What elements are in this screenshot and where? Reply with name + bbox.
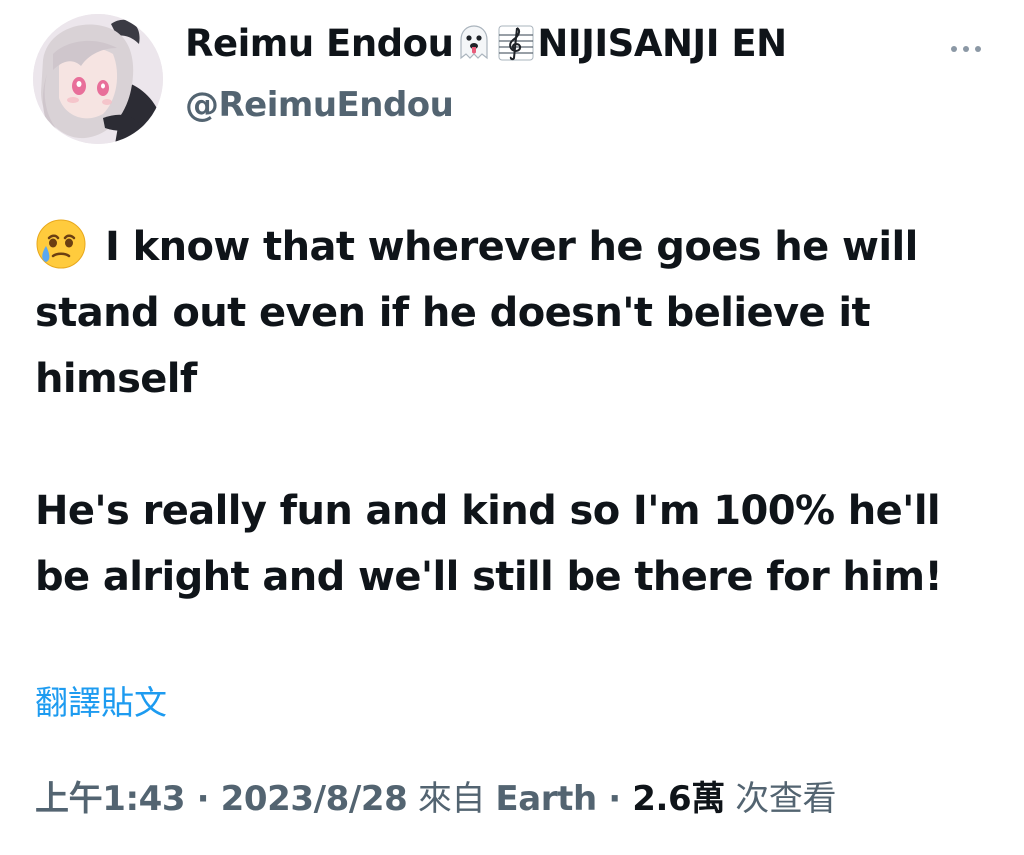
- anime-girl-avatar-icon: [33, 14, 163, 144]
- meta-separator: ·: [596, 779, 633, 819]
- tweet-date[interactable]: 2023/8/28: [221, 779, 408, 819]
- tweet-paragraph-2: He's really fun and kind so I'm 100% he'…: [35, 488, 943, 600]
- treble-clef-emoji-icon: [497, 24, 535, 62]
- author-name-part1: Reimu Endou: [185, 21, 454, 65]
- tweet-metadata: 上午1:43 · 2023/8/28 來自 Earth · 2.6萬 次查看: [35, 782, 836, 816]
- more-options-button[interactable]: [942, 36, 990, 62]
- ghost-emoji-icon: [455, 24, 493, 62]
- author-handle[interactable]: @ReimuEndou: [185, 88, 454, 122]
- tweet-source: Earth: [495, 779, 597, 819]
- tweet-text: I know that wherever he goes he will sta…: [35, 214, 995, 610]
- more-options-icon: [951, 46, 957, 52]
- tweet-paragraph-1: I know that wherever he goes he will sta…: [35, 214, 995, 412]
- holding-back-tears-emoji-icon: [35, 218, 87, 270]
- views-count[interactable]: 2.6萬: [632, 779, 725, 819]
- tweet-paragraph-1-text: I know that wherever he goes he will sta…: [35, 224, 918, 402]
- source-prefix: 來自: [407, 779, 496, 819]
- author-display-name[interactable]: Reimu Endou NIJISANJI EN: [185, 24, 787, 62]
- more-options-icon-dot: [975, 46, 981, 52]
- tweet-time[interactable]: 上午1:43: [35, 779, 186, 819]
- views-label: 次查看: [724, 779, 837, 819]
- more-options-icon-dot: [963, 46, 969, 52]
- avatar[interactable]: [33, 14, 163, 144]
- author-name-part2: NIJISANJI EN: [537, 21, 787, 65]
- meta-separator: ·: [185, 779, 221, 819]
- translate-post-link[interactable]: 翻譯貼文: [35, 686, 167, 719]
